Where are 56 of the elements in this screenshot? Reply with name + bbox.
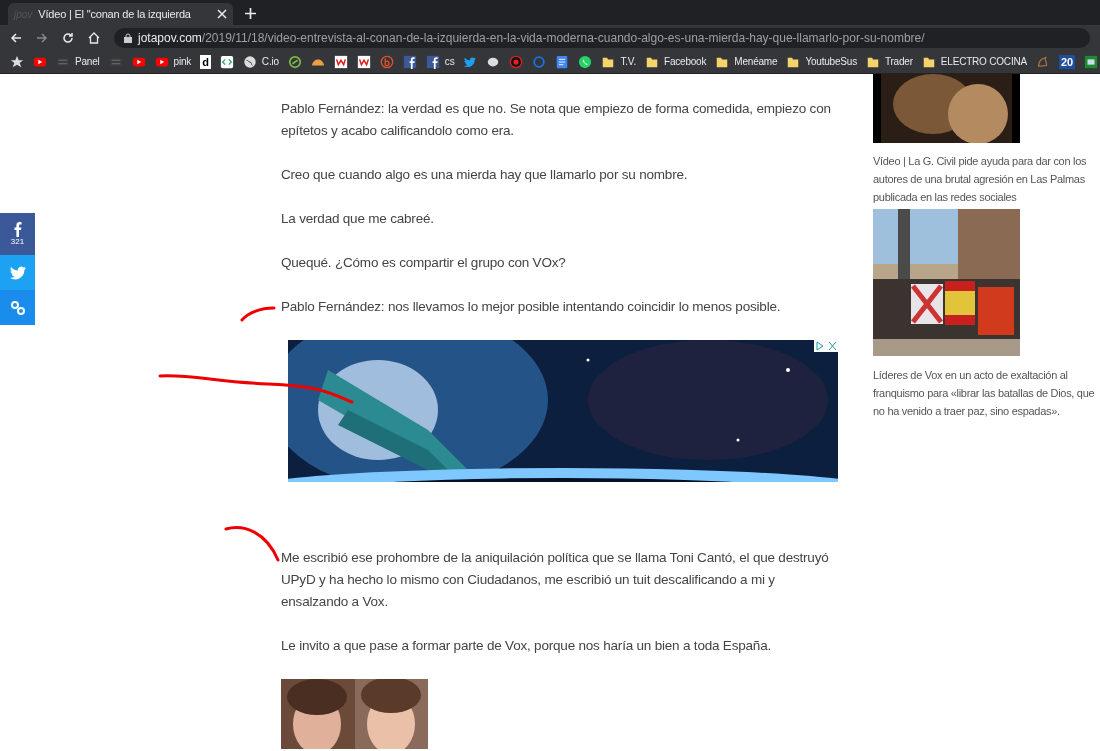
screen-icon[interactable] [1084,54,1099,69]
bookmark[interactable]: ELECTRO COCINA [921,54,1027,69]
w-logo-icon[interactable] [333,54,348,69]
url: jotapov.com/2019/11/18/video-entrevista-al-conan-de-la-izquierda-en-la-vida-moderna-cuando-algo-es-una-mierda-hay-que-llamarlo-por-su-nombre/ [138,29,925,47]
twitter-icon[interactable] [463,54,478,69]
bookmark[interactable]: Facebook [644,54,707,69]
home-icon[interactable] [88,31,100,44]
site-icon[interactable]: 20 [1058,54,1076,69]
facebook-icon[interactable] [425,54,440,69]
b-logo-icon[interactable] [379,54,394,69]
share-count: 321 [10,237,25,247]
star-icon[interactable] [10,54,24,69]
bookmark[interactable]: Panel [56,54,100,69]
lock-icon [124,32,132,43]
code-icon[interactable] [219,54,234,69]
bookmark[interactable]: YoutubeSus [786,54,857,69]
link-icon [10,300,25,315]
tab-title: Vídeo | El "conan de la izquierda [38,6,192,22]
copy-link-button[interactable] [0,290,35,325]
scribble-mark [240,305,276,322]
paragraph: Le invito a que pase a formar parte de Vox, porque nos haría un bien a toda España. [281,637,772,655]
site-icon[interactable]: d [200,54,211,69]
reload-icon[interactable] [62,31,74,44]
paragraph: La verdad que me cabreé. [281,210,435,228]
bookmark[interactable]: pink [154,54,192,69]
paragraph: Pablo Fernández: nos llevamos lo mejor posible intentando coincidir lo menos posible. [281,298,782,316]
twitter-icon [9,265,26,280]
badge-icon[interactable] [509,54,524,69]
ring-icon[interactable] [287,54,302,69]
document-icon[interactable] [555,54,570,69]
forward-icon[interactable] [36,31,48,44]
bookmark[interactable]: cs [425,54,455,69]
paragraph: Creo que cuando algo es una mierda hay que llamarlo por su nombre. [281,166,689,184]
facebook-icon [13,221,22,237]
back-icon[interactable] [10,31,22,44]
bookmark[interactable]: T.V. [601,54,636,69]
w-logo-icon[interactable] [356,54,371,69]
bookmark[interactable]: Menéame [715,54,778,69]
ring-icon[interactable] [532,54,547,69]
bookmark[interactable]: C.io [242,54,279,69]
address-bar[interactable]: jotapov.com/2019/11/18/video-entrevista-al-conan-de-la-izquierda-en-la-vida-moderna-cuando-algo-es-una-mierda-hay-que-llamarlo-por-su-nombre/ [114,27,1090,48]
paragraph: Me escribió ese prohombre de la aniquilación política que se llama Toni Cantó, el que destruyó UPyD y ha hecho lo mismo con Ciudadanos, me escribió un tuit descalificando a mi y ensalzando a Vox. [281,549,830,611]
scribble-mark [224,524,280,562]
article-link[interactable]: Líderes de Vox en un acto de exaltación al franquismo para «librar las batallas de Dios, que no ha venido a traer paz, sino espadas». [873,364,1100,420]
paragraph: Pablo Fernández: la verdad es que no. Se nota que empiezo de forma comedida, empiezo con epítetos y acabo calificandolo como era. [281,100,832,140]
bookmark[interactable]: Trader [865,54,913,69]
facebook-share-button[interactable]: 321 [0,213,35,255]
facebook-icon[interactable] [402,54,417,69]
twitter-share-button[interactable] [0,255,35,290]
close-icon[interactable] [217,9,227,19]
globe-icon[interactable] [242,54,257,69]
whatsapp-icon[interactable] [578,54,593,69]
article-link[interactable]: Vídeo | La G. Civil pide ayuda para dar con los autores de una brutal agresión en Las Palmas publicada en las redes sociales [873,150,1100,206]
paragraph: Quequé. ¿Cómo es compartir el grupo con VOx? [281,254,567,272]
ad-choices-icon[interactable] [814,340,838,352]
new-tab-icon[interactable] [245,8,256,19]
